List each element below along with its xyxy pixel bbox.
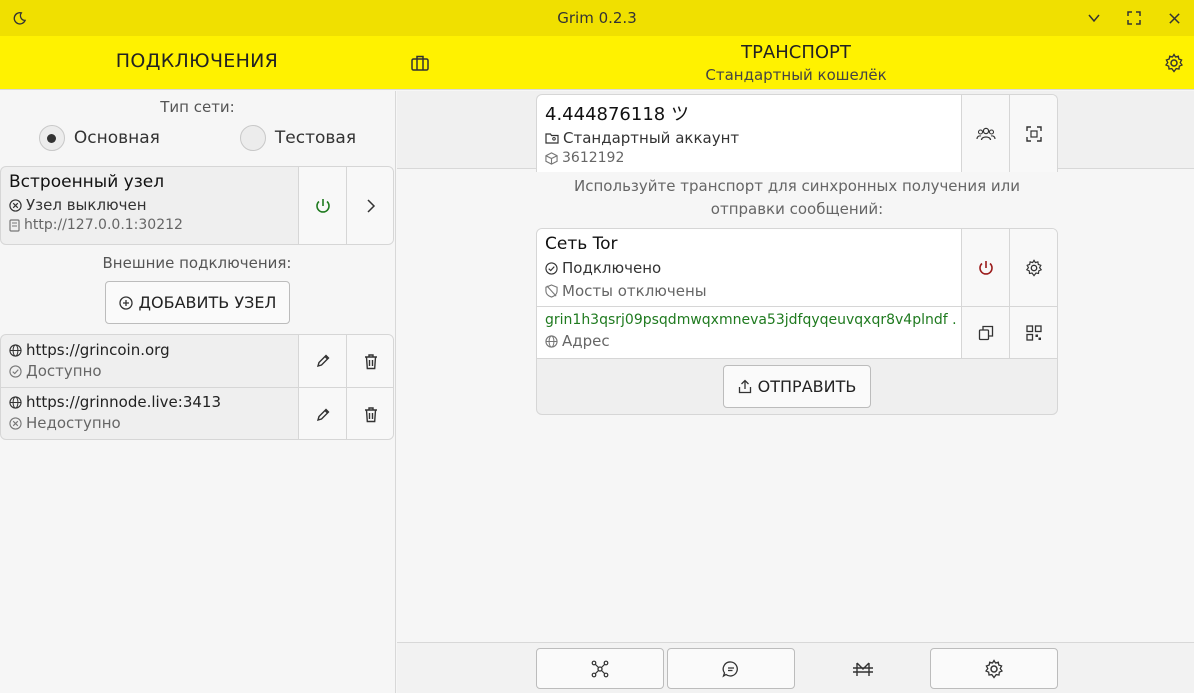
- tor-address-row: grin1h3qsrj09psqdmwqxmneva53jdfqyqeuvqxq…: [537, 307, 1057, 358]
- accounts-button[interactable]: [961, 95, 1009, 172]
- minimize-chevron-icon[interactable]: [1074, 0, 1114, 36]
- integrated-node-card: Встроенный узел Узел выключен http://127…: [0, 166, 394, 245]
- qr-code-icon: [1025, 324, 1042, 341]
- external-node-url: https://grinnode.live:3413: [26, 393, 221, 411]
- send-label: ОТПРАВИТЬ: [757, 377, 857, 396]
- edit-node-button[interactable]: [298, 335, 346, 387]
- theme-moon-icon[interactable]: [10, 9, 28, 27]
- check-circle-icon: [9, 364, 22, 378]
- shield-off-icon: [545, 284, 558, 298]
- delete-node-button[interactable]: [346, 335, 393, 387]
- tab-transactions[interactable]: [536, 648, 664, 689]
- pencil-icon: [316, 408, 329, 421]
- scan-button[interactable]: [1009, 95, 1057, 172]
- cross-circle-icon: [9, 198, 22, 212]
- users-icon: [975, 127, 996, 140]
- radio-selected-icon: [38, 125, 65, 151]
- tor-card: Сеть Tor Подключено Мосты отключены grin…: [536, 228, 1058, 415]
- window-title: Grim 0.2.3: [557, 9, 637, 27]
- pencil-icon: [316, 354, 329, 368]
- title-bar: Grim 0.2.3: [0, 0, 1194, 36]
- external-nodes-list: https://grincoin.org Доступно https://gr…: [0, 334, 394, 440]
- app-header: ПОДКЛЮЧЕНИЯ ТРАНСПОРТ Стандартный кошелё…: [0, 36, 1194, 90]
- delete-node-button[interactable]: [346, 388, 393, 439]
- wallet-account: Стандартный аккаунт: [563, 129, 740, 147]
- graph-nodes-icon: [591, 660, 609, 677]
- add-node-button[interactable]: ДОБАВИТЬ УЗЕЛ: [105, 281, 290, 324]
- wallet-height: 3612192: [562, 150, 625, 166]
- bottom-navigation: [397, 642, 1194, 693]
- list-item: https://grincoin.org Доступно: [1, 335, 393, 387]
- plus-circle-icon: [118, 295, 133, 310]
- bridge-icon: [853, 662, 873, 676]
- address-label: Адрес: [562, 332, 610, 350]
- network-type-label: Тип сети:: [160, 98, 235, 116]
- edit-node-button[interactable]: [298, 388, 346, 439]
- add-node-label: ДОБАВИТЬ УЗЕЛ: [138, 293, 277, 312]
- tor-status: Подключено: [562, 259, 662, 277]
- chat-bubble-icon: [722, 660, 738, 677]
- tor-status-row: Сеть Tor Подключено Мосты отключены: [537, 229, 1057, 306]
- globe-icon: [545, 334, 558, 348]
- tab-transport[interactable]: [799, 648, 927, 689]
- external-node-url: https://grincoin.org: [26, 341, 170, 359]
- transport-title: ТРАНСПОРТ: [741, 42, 851, 63]
- tor-settings-button[interactable]: [1009, 229, 1057, 306]
- fullscreen-icon[interactable]: [1114, 0, 1154, 36]
- power-icon: [315, 198, 330, 213]
- connections-title: ПОДКЛЮЧЕНИЯ: [115, 50, 279, 72]
- external-node-status: Доступно: [26, 362, 102, 380]
- transport-panel: 4.444876118 ツ Стандартный аккаунт 361219…: [397, 91, 1194, 693]
- qr-code-button[interactable]: [1009, 307, 1057, 358]
- node-power-button[interactable]: [298, 167, 346, 244]
- network-radio-test[interactable]: Тестовая: [239, 125, 357, 151]
- cross-circle-icon: [9, 416, 22, 430]
- tab-settings[interactable]: [930, 648, 1058, 689]
- tab-messages[interactable]: [667, 648, 795, 689]
- transport-description: Используйте транспорт для синхронных пол…: [536, 175, 1058, 221]
- server-icon: [9, 218, 20, 232]
- gear-icon: [984, 658, 1004, 679]
- connections-panel: Тип сети: Основная Тестовая Встроенный у…: [0, 91, 396, 693]
- transport-description-line1: Используйте транспорт для синхронных пол…: [574, 177, 1020, 195]
- cube-icon: [545, 151, 558, 165]
- close-icon[interactable]: [1154, 0, 1194, 36]
- power-icon: [978, 260, 993, 275]
- scan-icon: [1025, 125, 1042, 142]
- send-button[interactable]: ОТПРАВИТЬ: [723, 365, 871, 408]
- network-radio-main-label: Основная: [73, 128, 160, 148]
- node-open-button[interactable]: [346, 167, 393, 244]
- radio-unselected-icon: [239, 125, 266, 151]
- tor-power-button[interactable]: [961, 229, 1009, 306]
- wallet-summary-card: 4.444876118 ツ Стандартный аккаунт 361219…: [536, 94, 1058, 172]
- chevron-right-icon: [366, 198, 375, 213]
- network-radio-test-label: Тестовая: [274, 128, 357, 148]
- upload-icon: [738, 379, 751, 394]
- gear-icon: [1025, 258, 1042, 277]
- external-node-status: Недоступно: [26, 414, 121, 432]
- copy-icon: [978, 325, 993, 340]
- wallet-name-subtitle: Стандартный кошелёк: [705, 66, 887, 84]
- globe-icon: [9, 343, 22, 357]
- bridges-status: Мосты отключены: [562, 282, 707, 300]
- transport-description-line2: отправки сообщений:: [710, 200, 884, 218]
- integrated-node-name: Встроенный узел: [9, 172, 165, 192]
- tor-title: Сеть Tor: [545, 234, 618, 254]
- trash-icon: [364, 407, 377, 423]
- globe-icon: [9, 395, 22, 409]
- trash-icon: [364, 353, 377, 369]
- check-circle-icon: [545, 261, 558, 275]
- list-item: https://grinnode.live:3413 Недоступно: [1, 388, 393, 439]
- integrated-node-status: Узел выключен: [26, 196, 147, 214]
- gear-icon[interactable]: [1162, 51, 1186, 75]
- external-connections-label: Внешние подключения:: [102, 254, 292, 272]
- integrated-node-address: http://127.0.0.1:30212: [24, 217, 183, 233]
- network-radio-main[interactable]: Основная: [38, 125, 160, 151]
- account-folder-icon: [545, 133, 559, 144]
- wallet-balance: 4.444876118 ツ: [545, 104, 689, 125]
- copy-address-button[interactable]: [961, 307, 1009, 358]
- transport-address: grin1h3qsrj09psqdmwqxmneva53jdfqyqeuvqxq…: [545, 312, 957, 328]
